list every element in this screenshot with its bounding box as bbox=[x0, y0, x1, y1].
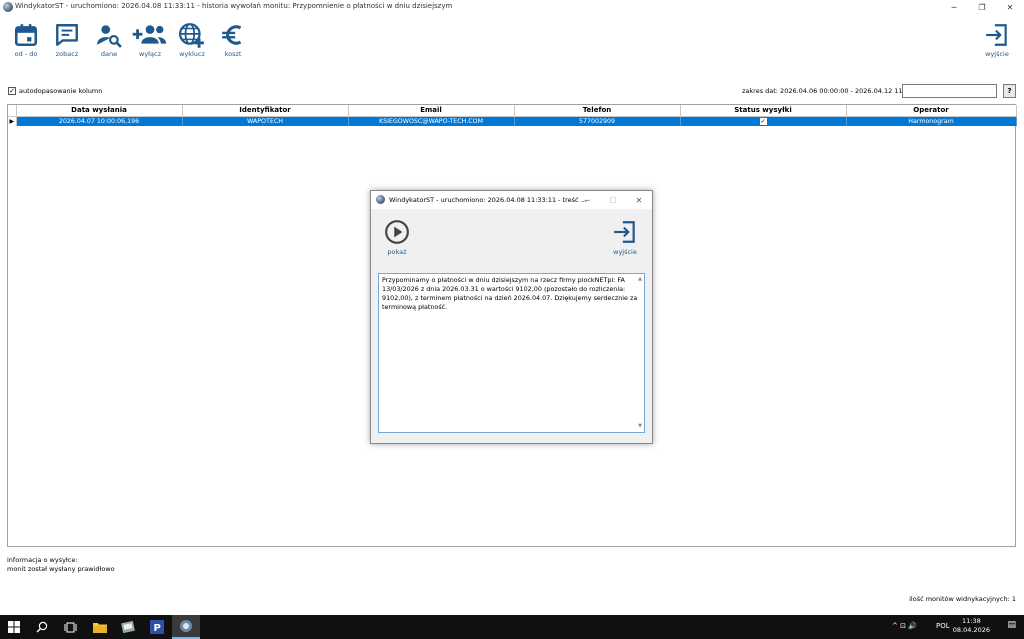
globe-add-icon bbox=[178, 23, 204, 48]
dialog-minimize-button[interactable]: ─ bbox=[574, 191, 600, 209]
dialog-app-icon bbox=[376, 195, 385, 204]
info-label: informacja o wysyłce: bbox=[7, 556, 78, 564]
row-header-corner bbox=[8, 105, 17, 117]
euro-icon bbox=[222, 25, 242, 45]
clock-date: 08.04.2026 bbox=[952, 626, 990, 634]
toolbar-wylacz-button[interactable]: wyłącz bbox=[130, 22, 170, 58]
date-range-label: zakres dat: 2026.04.06 00:00:00 - 2026.0… bbox=[742, 87, 924, 95]
dialog-close-button[interactable]: ✕ bbox=[626, 191, 652, 209]
toolbar-label: koszt bbox=[224, 50, 242, 58]
cell-telefon[interactable]: 577002909 bbox=[514, 116, 681, 126]
svg-text:P: P bbox=[154, 623, 161, 634]
user-search-icon bbox=[97, 25, 122, 48]
help-button[interactable]: ? bbox=[1003, 84, 1016, 98]
toolbar-label: wyjście bbox=[985, 50, 1009, 58]
tray-icons[interactable]: ^ ⊡ 🔊 bbox=[892, 622, 917, 630]
dialog-show-label: pokaż bbox=[387, 248, 407, 256]
table-row[interactable]: ▶ 2026.04.07 10:00:06,196 WAPOTECH KSIEG… bbox=[8, 116, 1017, 126]
status-checkbox[interactable]: ✓ bbox=[759, 117, 767, 125]
windykator-icon[interactable] bbox=[172, 615, 200, 639]
cell-operator[interactable]: Harmonogram bbox=[846, 116, 1017, 126]
dialog-exit-label: wyjście bbox=[613, 248, 637, 256]
message-textarea[interactable]: Przypominamy o płatności w dniu dzisiejs… bbox=[378, 273, 645, 433]
dialog-title-bar: WindykatorST - uruchomiono: 2026.04.08 1… bbox=[371, 191, 652, 209]
file-explorer-icon[interactable] bbox=[86, 615, 114, 639]
count-label: ilość monitów widnykacyjnych: 1 bbox=[909, 595, 1016, 603]
restore-button[interactable]: ❐ bbox=[968, 0, 996, 14]
toolbar: od - do zobacz dane wyłącz wyklucz koszt… bbox=[0, 22, 1024, 68]
history-table: Data wysłania Identyfikator Email Telefo… bbox=[8, 105, 1017, 126]
calendar-icon bbox=[14, 24, 38, 47]
cell-email[interactable]: KSIEGOWOSC@WAPO-TECH.COM bbox=[348, 116, 515, 126]
column-header-operator[interactable]: Operator bbox=[846, 105, 1017, 117]
exit-icon bbox=[614, 221, 635, 243]
dialog-exit-button[interactable]: wyjście bbox=[605, 219, 645, 256]
app-icon[interactable] bbox=[114, 615, 142, 639]
options-row: ✓ autodopasowanie kolumn zakres dat: 202… bbox=[0, 84, 1024, 100]
close-button[interactable]: ✕ bbox=[996, 0, 1024, 14]
toolbar-koszt-button[interactable]: koszt bbox=[213, 22, 253, 58]
row-marker[interactable]: ▶ bbox=[8, 116, 17, 126]
toolbar-dane-button[interactable]: dane bbox=[89, 22, 129, 58]
message-dialog: WindykatorST - uruchomiono: 2026.04.08 1… bbox=[370, 190, 653, 444]
search-icon[interactable] bbox=[28, 615, 56, 639]
toolbar-label: zobacz bbox=[55, 50, 79, 58]
group-add-icon bbox=[132, 25, 167, 44]
title-bar: WindykatorST - uruchomiono: 2026.04.08 1… bbox=[0, 0, 1024, 14]
scroll-down-icon[interactable]: ▼ bbox=[638, 422, 642, 431]
dialog-window-controls: ─ ☐ ✕ bbox=[574, 191, 652, 209]
clock[interactable]: 11:38 08.04.2026 bbox=[953, 617, 990, 635]
exit-icon bbox=[986, 24, 1007, 46]
info-value: monit został wysłany prawidłowo bbox=[7, 565, 115, 573]
task-view-icon[interactable] bbox=[56, 615, 84, 639]
minimize-button[interactable]: ─ bbox=[940, 0, 968, 14]
system-tray: ^ ⊡ 🔊 POL 11:38 08.04.2026 ▤ bbox=[884, 615, 1024, 639]
windows-start-icon[interactable] bbox=[0, 615, 28, 639]
dialog-title: WindykatorST - uruchomiono: 2026.04.08 1… bbox=[389, 196, 587, 204]
grid-header-row: Data wysłania Identyfikator Email Telefo… bbox=[8, 105, 1017, 117]
parking-app-icon[interactable]: P bbox=[143, 615, 171, 639]
message-text: Przypominamy o płatności w dniu dzisiejs… bbox=[382, 276, 638, 311]
filter-input[interactable] bbox=[902, 84, 997, 98]
toolbar-label: wyłącz bbox=[139, 50, 161, 58]
language-indicator[interactable]: POL bbox=[936, 622, 950, 630]
toolbar-label: wyklucz bbox=[179, 50, 205, 58]
scroll-up-icon[interactable]: ▲ bbox=[638, 275, 642, 284]
cell-data-wyslania[interactable]: 2026.04.07 10:00:06,196 bbox=[16, 116, 183, 126]
toolbar-zobacz-button[interactable]: zobacz bbox=[47, 22, 87, 58]
column-header-data-wyslania[interactable]: Data wysłania bbox=[16, 105, 183, 117]
taskbar: P ^ ⊡ 🔊 POL 11:38 08.04.2026 ▤ bbox=[0, 615, 1024, 639]
app-icon bbox=[3, 2, 13, 12]
clock-time: 11:38 bbox=[962, 617, 981, 625]
window-title: WindykatorST - uruchomiono: 2026.04.08 1… bbox=[15, 2, 453, 10]
toolbar-label: dane bbox=[100, 50, 118, 58]
dialog-show-button[interactable]: pokaż bbox=[377, 219, 417, 256]
column-header-email[interactable]: Email bbox=[348, 105, 515, 117]
autofit-checkbox[interactable]: ✓ bbox=[8, 87, 16, 95]
autofit-label: autodopasowanie kolumn bbox=[19, 87, 103, 95]
column-header-status[interactable]: Status wysyłki bbox=[680, 105, 847, 117]
column-header-identyfikator[interactable]: Identyfikator bbox=[182, 105, 349, 117]
column-header-telefon[interactable]: Telefon bbox=[514, 105, 681, 117]
toolbar-wyklucz-button[interactable]: wyklucz bbox=[172, 22, 212, 58]
notification-icon[interactable]: ▤ bbox=[1007, 620, 1016, 630]
cell-identyfikator[interactable]: WAPOTECH bbox=[182, 116, 349, 126]
exit-button[interactable]: wyjście bbox=[977, 22, 1017, 58]
toolbar-label: od - do bbox=[14, 50, 38, 58]
message-icon bbox=[56, 24, 78, 46]
window-controls: ─ ❐ ✕ bbox=[940, 0, 1024, 14]
cell-status[interactable]: ✓ bbox=[680, 116, 847, 126]
dialog-maximize-button[interactable]: ☐ bbox=[600, 191, 626, 209]
play-icon bbox=[385, 220, 409, 244]
toolbar-od-do-button[interactable]: od - do bbox=[6, 22, 46, 58]
